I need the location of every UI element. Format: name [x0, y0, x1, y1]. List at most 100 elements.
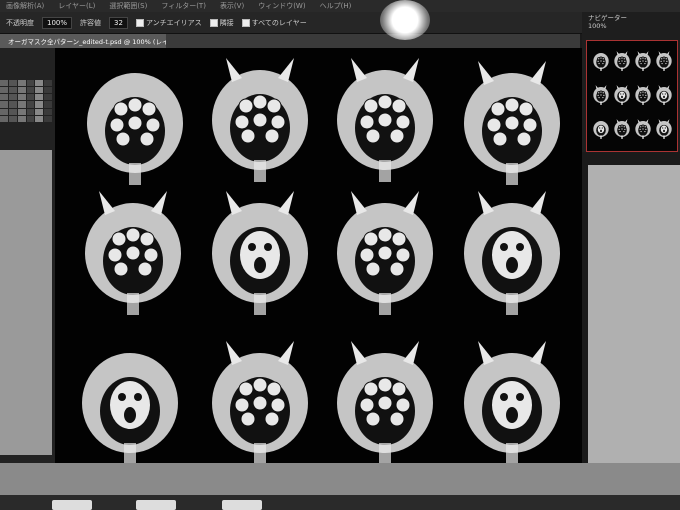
mask-eye — [599, 59, 603, 63]
horn-left — [595, 85, 599, 89]
mask-eye — [377, 112, 393, 128]
swatch[interactable] — [44, 115, 52, 122]
horn-right — [624, 51, 628, 55]
swatch[interactable] — [8, 108, 17, 115]
mask-tassel — [663, 101, 665, 105]
horn-right — [645, 51, 649, 55]
swatch[interactable] — [35, 80, 44, 87]
mask-eye — [662, 59, 666, 63]
swatch[interactable] — [0, 115, 8, 122]
swatch[interactable] — [8, 94, 17, 101]
swatch[interactable] — [44, 108, 52, 115]
document-canvas[interactable] — [55, 48, 582, 463]
swatch[interactable] — [26, 80, 35, 87]
horn-right — [603, 85, 607, 89]
mask-eye — [601, 91, 605, 95]
checkbox-icon[interactable] — [135, 18, 144, 27]
swatch[interactable] — [17, 101, 26, 108]
navigator-zoom[interactable]: 100% — [588, 22, 607, 30]
checkbox-icon[interactable] — [209, 18, 218, 27]
swatch[interactable] — [44, 94, 52, 101]
mask-figure — [464, 191, 560, 315]
swatch[interactable] — [26, 101, 35, 108]
mask-eye — [363, 381, 379, 397]
antialias-option[interactable]: アンチエイリアス — [135, 18, 202, 28]
swatch[interactable] — [35, 108, 44, 115]
swatch[interactable] — [17, 94, 26, 101]
horn-left — [351, 341, 367, 365]
swatch[interactable] — [0, 80, 8, 87]
mask-tassel — [254, 160, 266, 182]
swatch[interactable] — [17, 108, 26, 115]
all-layers-option[interactable]: すべてのレイヤー — [241, 18, 307, 28]
taskbar-button[interactable] — [222, 500, 262, 510]
swatch[interactable] — [26, 108, 35, 115]
menu-item-filter[interactable]: フィルター(T) — [161, 1, 206, 11]
mask-eye — [389, 411, 405, 427]
document-tab-active[interactable]: オーガマスク全パターン_edited-t.psd @ 100% (レイヤー 6,… — [0, 34, 166, 48]
taskbar-button[interactable] — [52, 500, 92, 510]
swatch[interactable] — [17, 80, 26, 87]
swatch[interactable] — [26, 94, 35, 101]
swatch[interactable] — [0, 108, 8, 115]
horn-right — [403, 341, 419, 365]
swatch[interactable] — [35, 115, 44, 122]
mask-eye — [377, 227, 393, 243]
mask-eye — [107, 247, 123, 263]
mask-tassel — [506, 163, 518, 185]
swatch[interactable] — [0, 94, 8, 101]
mask-eye — [641, 93, 645, 97]
contiguous-option[interactable]: 隣接 — [209, 18, 234, 28]
swatch[interactable] — [44, 101, 52, 108]
mask-eye — [365, 411, 381, 427]
swatch[interactable] — [44, 87, 52, 94]
swatch[interactable] — [17, 115, 26, 122]
swatch[interactable] — [35, 101, 44, 108]
checkbox-icon[interactable] — [241, 18, 250, 27]
mask-tassel — [642, 135, 644, 139]
mask-figure — [656, 85, 672, 105]
mask-figure — [337, 191, 433, 315]
mask-eye — [238, 381, 254, 397]
horn-left — [226, 58, 242, 82]
mask-eye — [504, 115, 520, 131]
menu-item-select[interactable]: 選択範囲(S) — [109, 1, 147, 11]
menu-item-help[interactable]: ヘルプ(H) — [320, 1, 352, 11]
mask-eye — [359, 114, 375, 130]
swatch[interactable] — [17, 87, 26, 94]
swatch[interactable] — [35, 87, 44, 94]
swatch[interactable] — [8, 80, 17, 87]
swatch[interactable] — [26, 115, 35, 122]
mask-eye — [252, 377, 268, 393]
mask-eye — [643, 125, 647, 129]
swatch[interactable] — [8, 87, 17, 94]
horn-left — [226, 341, 242, 365]
swatch[interactable] — [35, 94, 44, 101]
swatch[interactable] — [8, 115, 17, 122]
mask-mouth — [506, 407, 518, 423]
tolerance-field[interactable]: 32 — [109, 16, 128, 29]
mask-eye — [660, 61, 664, 66]
navigator-preview[interactable] — [586, 40, 678, 152]
horn-right — [666, 51, 670, 55]
taskbar-button[interactable] — [136, 500, 176, 510]
mask-tassel — [621, 135, 623, 139]
horn-right — [624, 85, 628, 89]
swatch[interactable] — [0, 87, 8, 94]
mask-eye — [266, 98, 282, 114]
opacity-field[interactable]: 100% — [42, 16, 73, 29]
swatch[interactable] — [8, 101, 17, 108]
menu-item-view[interactable]: 表示(V) — [220, 1, 244, 11]
menu-item-image[interactable]: 画像解析(A) — [6, 1, 44, 11]
mask-eye — [641, 59, 645, 63]
menu-item-window[interactable]: ウィンドウ(W) — [258, 1, 305, 11]
swatch[interactable] — [26, 87, 35, 94]
mask-figure — [464, 61, 560, 185]
swatch[interactable] — [44, 80, 52, 87]
menu-item-layer[interactable]: レイヤー(L) — [58, 1, 95, 11]
mask-figure — [656, 51, 672, 71]
mask-figure — [85, 191, 181, 315]
mask-figure — [82, 353, 178, 463]
swatch[interactable] — [0, 101, 8, 108]
mask-eye — [359, 397, 375, 413]
